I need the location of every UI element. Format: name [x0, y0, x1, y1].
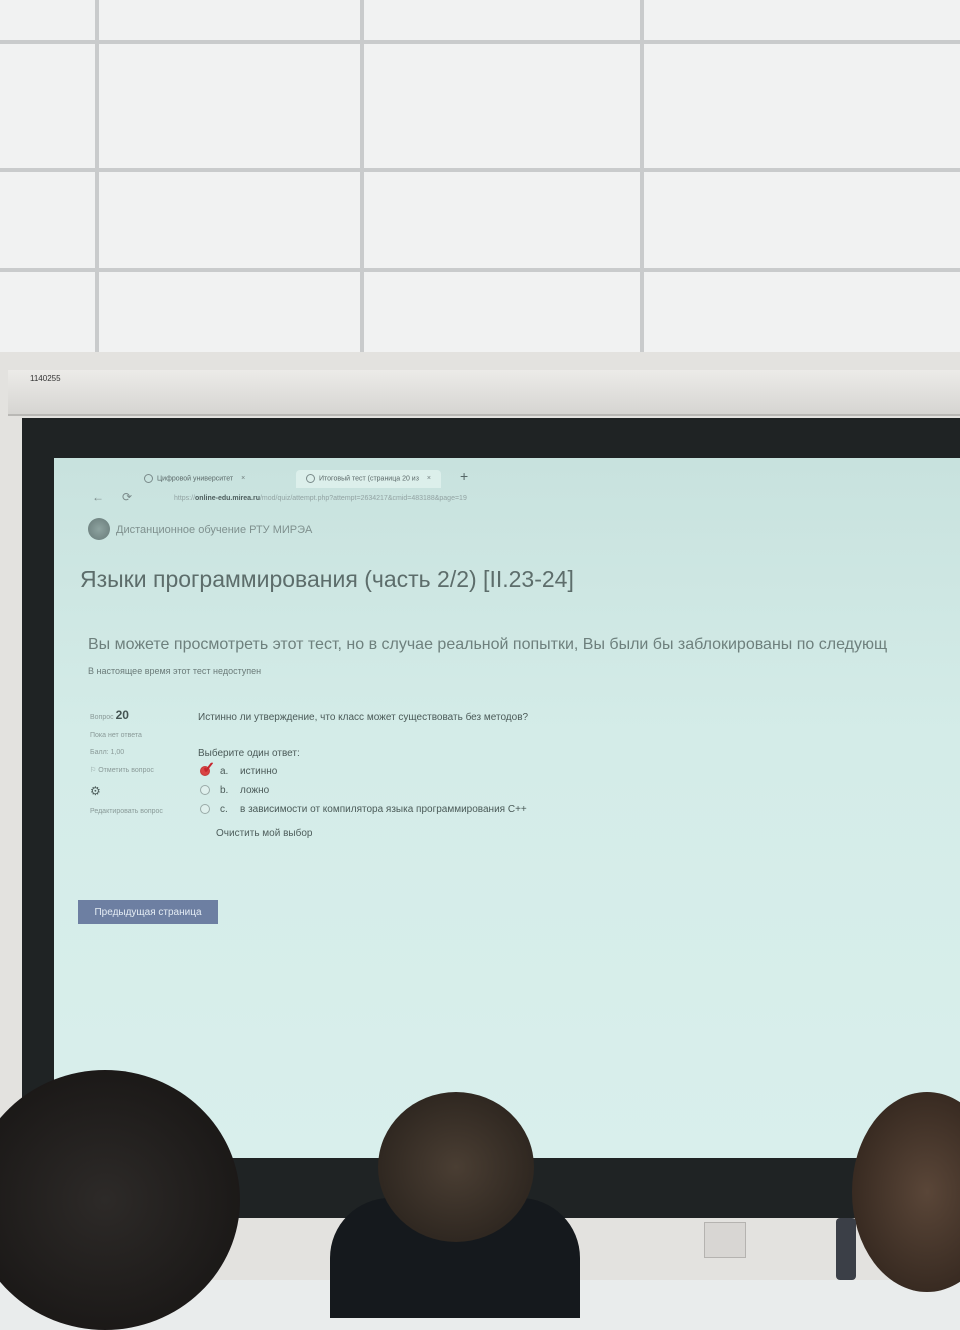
question-number: Вопрос 20: [90, 708, 129, 722]
tab-label: Цифровой университет: [157, 475, 234, 483]
wall-outlet: [704, 1222, 746, 1258]
tab-final-test[interactable]: Итоговый тест (страница 20 из ×: [296, 470, 442, 488]
audience-head-center: [378, 1092, 534, 1242]
url-path: /mod/quiz/attempt.php?attempt=2634217&cm…: [259, 495, 467, 502]
question-text: Истинно ли утверждение, что класс может …: [198, 712, 529, 723]
tab-favicon-icon: [144, 474, 153, 483]
site-header: Дистанционное обучение РТУ МИРЭА: [88, 518, 388, 542]
case-label: 1140255: [30, 374, 61, 383]
tab-bar: Цифровой университет × Итоговый тест (стр…: [78, 468, 958, 488]
url-host: online-edu.mirea.ru: [195, 495, 260, 502]
flag-icon: ⚐: [90, 767, 99, 774]
red-checkmark-icon: ✓: [202, 760, 216, 777]
back-arrow-icon[interactable]: ←: [92, 490, 104, 504]
question-state: Пока нет ответа: [90, 732, 142, 739]
radio-button[interactable]: [200, 804, 210, 815]
new-tab-icon[interactable]: +: [460, 468, 468, 484]
tab-label: Итоговый тест (страница 20 из: [319, 475, 419, 483]
tab-close-icon[interactable]: ×: [427, 475, 431, 482]
flag-question-link[interactable]: ⚐ Отметить вопрос: [90, 766, 180, 774]
ceiling: [0, 0, 960, 352]
page-title: Языки программирования (часть 2/2) [II.2…: [80, 566, 574, 592]
question-score: Балл: 1,00: [90, 749, 125, 756]
site-name[interactable]: Дистанционное обучение РТУ МИРЭА: [116, 524, 312, 536]
projected-browser-window: Цифровой университет × Итоговый тест (стр…: [54, 458, 960, 1158]
gear-icon: ⚙: [90, 784, 101, 798]
availability-subnotice: В настоящее время этот тест недоступен: [88, 666, 262, 676]
edit-question-link[interactable]: ⚙ Редактировать вопрос: [90, 784, 180, 815]
phone-in-hand: [836, 1218, 856, 1280]
reload-icon[interactable]: ⟳: [122, 490, 132, 504]
previous-page-button[interactable]: Предыдущая страница: [78, 900, 218, 924]
url-field[interactable]: https://online-edu.mirea.ru/mod/quiz/att…: [174, 495, 467, 502]
tab-digital-university[interactable]: Цифровой университет ×: [134, 470, 255, 488]
radio-button[interactable]: [200, 785, 210, 796]
availability-notice: Вы можете просмотреть этот тест, но в сл…: [88, 636, 888, 653]
answer-option-c[interactable]: c. в зависимости от компилятора языка про…: [200, 804, 527, 818]
tab-favicon-icon: [306, 474, 315, 483]
tab-close-icon[interactable]: ×: [241, 475, 245, 482]
question-info-panel: Вопрос 20 Пока нет ответа Балл: 1,00 ⚐ О…: [90, 708, 180, 825]
clear-choice-link[interactable]: Очистить мой выбор: [216, 828, 312, 839]
answer-option-b[interactable]: b. ложно: [200, 785, 269, 799]
university-logo-icon[interactable]: [88, 518, 110, 540]
address-bar: ← ⟳ https://online-edu.mirea.ru/mod/quiz…: [78, 490, 938, 510]
projector-screen-case: 1140255: [8, 370, 960, 416]
